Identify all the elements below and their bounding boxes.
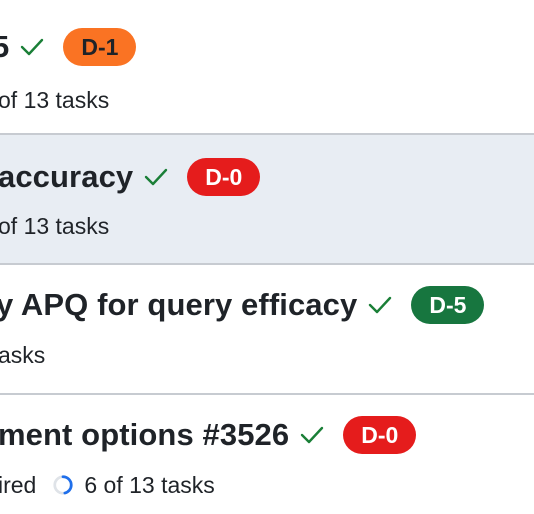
check-icon xyxy=(301,426,324,444)
task-count: 6 of 13 tasks xyxy=(84,471,215,498)
review-status: ired xyxy=(0,471,37,498)
check-icon xyxy=(369,296,392,314)
status-badge: D-0 xyxy=(343,416,417,454)
check-icon xyxy=(21,38,44,56)
issue-list: 5 D-1 of 13 tasks accuracy D-0 of 13 tas… xyxy=(0,0,534,514)
list-item[interactable]: 5 D-1 of 13 tasks xyxy=(0,0,534,135)
item-title[interactable]: ment options #3526 xyxy=(0,417,289,453)
item-title[interactable]: accuracy xyxy=(0,159,133,195)
task-count: asks xyxy=(0,341,46,368)
status-badge: D-0 xyxy=(187,158,261,196)
task-count: of 13 tasks xyxy=(0,212,110,239)
item-title[interactable]: y APQ for query efficacy xyxy=(0,287,357,323)
list-item[interactable]: ment options #3526 D-0 ired 6 of 13 task… xyxy=(0,395,534,514)
task-count: of 13 tasks xyxy=(0,86,110,113)
item-title[interactable]: 5 xyxy=(0,29,9,65)
list-item[interactable]: y APQ for query efficacy D-5 asks xyxy=(0,265,534,395)
status-badge: D-5 xyxy=(411,286,485,324)
status-badge: D-1 xyxy=(63,28,137,66)
check-icon xyxy=(145,168,168,186)
list-item[interactable]: accuracy D-0 of 13 tasks xyxy=(0,135,534,265)
progress-ring-icon xyxy=(53,475,73,495)
